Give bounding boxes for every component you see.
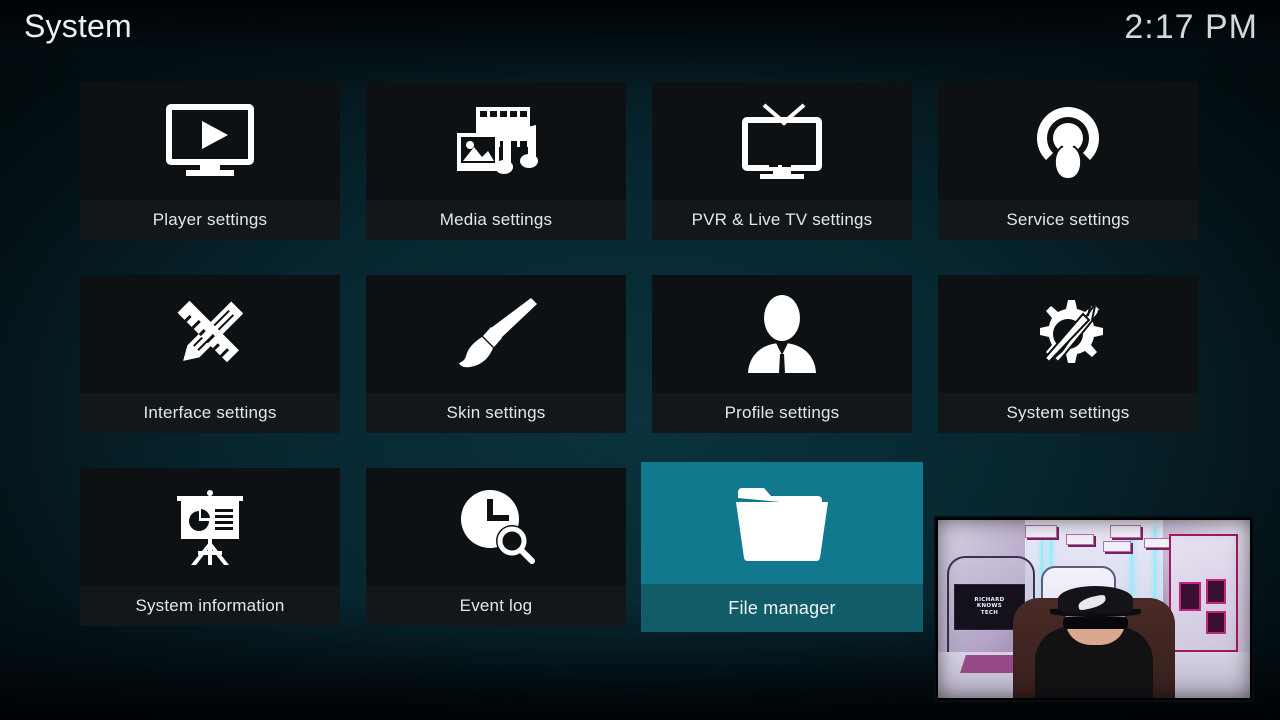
tile-label: Player settings xyxy=(80,200,340,240)
webcam-overlay[interactable]: RICHARD KNOWS TECH xyxy=(934,516,1254,702)
cam-ceiling-panel xyxy=(1025,525,1057,538)
tile-label: System settings xyxy=(938,393,1198,433)
tile-interface-settings[interactable]: Interface settings xyxy=(80,275,340,433)
tile-system-settings[interactable]: System settings xyxy=(938,275,1198,433)
cam-panel-box xyxy=(1206,579,1226,605)
tile-skin-settings[interactable]: Skin settings xyxy=(366,275,626,433)
tile-label: File manager xyxy=(641,584,923,632)
tile-service-settings[interactable]: Service settings xyxy=(938,82,1198,240)
tile-label: System information xyxy=(80,586,340,626)
tile-label: Media settings xyxy=(366,200,626,240)
header-bar: System 2:17 PM xyxy=(0,0,1280,60)
tile-label: PVR & Live TV settings xyxy=(652,200,912,240)
cam-panel-box xyxy=(1178,581,1201,612)
clock: 2:17 PM xyxy=(1124,8,1258,46)
tile-label: Profile settings xyxy=(652,393,912,433)
tile-profile-settings[interactable]: Profile settings xyxy=(652,275,912,433)
cam-sign-line: TECH xyxy=(980,609,999,616)
tv-antenna-icon xyxy=(652,82,912,200)
page-title: System xyxy=(24,8,132,44)
user-silhouette-icon xyxy=(652,275,912,393)
cam-ceiling-panel xyxy=(1103,541,1132,553)
cam-right-panel xyxy=(1168,534,1238,652)
paintbrush-icon xyxy=(366,275,626,393)
tile-label: Interface settings xyxy=(80,393,340,433)
folder-icon xyxy=(641,462,923,584)
tile-system-information[interactable]: System information xyxy=(80,468,340,626)
tile-event-log[interactable]: Event log xyxy=(366,468,626,626)
webcam-video: RICHARD KNOWS TECH xyxy=(938,520,1250,698)
cam-ceiling-panel xyxy=(1109,525,1141,538)
tile-pvr-live-tv-settings[interactable]: PVR & Live TV settings xyxy=(652,82,912,240)
tile-label: Service settings xyxy=(938,200,1198,240)
monitor-play-icon xyxy=(80,82,340,200)
cam-panel-box xyxy=(1206,611,1226,634)
tile-file-manager[interactable]: File manager xyxy=(641,462,923,632)
broadcast-person-icon xyxy=(938,82,1198,200)
tile-label: Skin settings xyxy=(366,393,626,433)
cam-ceiling-panel xyxy=(1143,537,1172,549)
presentation-chart-icon xyxy=(80,468,340,586)
pencil-ruler-cross-icon xyxy=(80,275,340,393)
sunglasses-icon xyxy=(1062,617,1129,629)
cam-ceiling-panel xyxy=(1065,534,1094,545)
clock-search-icon xyxy=(366,468,626,586)
gear-tools-icon xyxy=(938,275,1198,393)
tile-player-settings[interactable]: Player settings xyxy=(80,82,340,240)
tile-media-settings[interactable]: Media settings xyxy=(366,82,626,240)
film-photo-music-icon xyxy=(366,82,626,200)
tile-label: Event log xyxy=(366,586,626,626)
